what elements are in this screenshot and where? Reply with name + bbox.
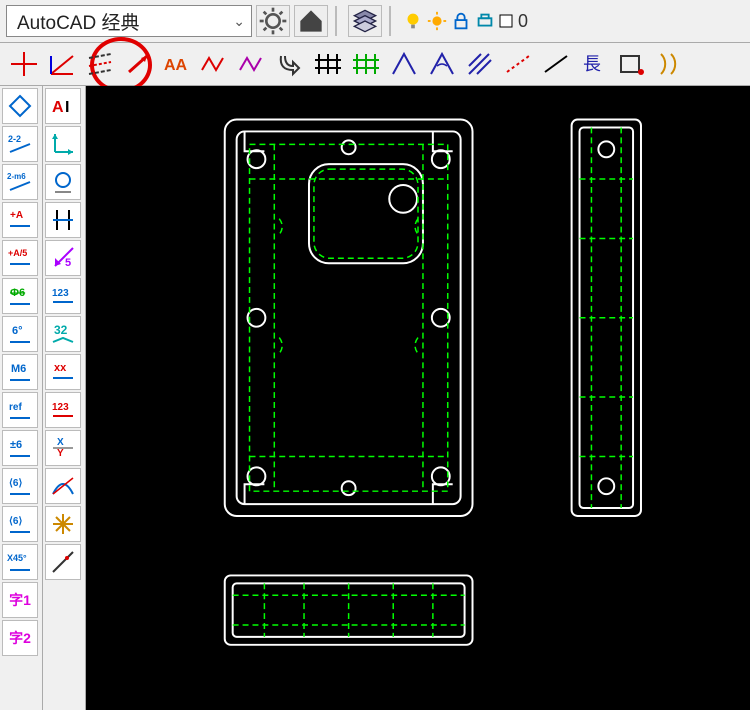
body: 2-2 2-m6 +A +A/5 Φ6 6° M6 ref ±6 ⟨6⟩ ⟨6⟩… [0, 86, 750, 710]
svg-text:±6: ±6 [10, 439, 22, 451]
color-swatch [498, 13, 514, 29]
svg-text:⟨6⟩: ⟨6⟩ [9, 516, 22, 527]
svg-text:M6: M6 [11, 363, 26, 375]
label: 字2 [9, 628, 31, 648]
v1-6deg[interactable]: 6° [2, 316, 38, 352]
svg-text:123: 123 [52, 402, 69, 413]
tool-length[interactable]: 長 [576, 47, 612, 81]
svg-text:32: 32 [54, 323, 68, 337]
tool-crosshair[interactable] [6, 47, 42, 81]
v2-XYblue[interactable]: XY [45, 430, 81, 466]
svg-text:ref: ref [9, 402, 22, 413]
svg-text:X: X [57, 437, 64, 448]
tool-hook[interactable] [272, 47, 308, 81]
layer-state-group[interactable]: 0 [402, 10, 528, 32]
layer-manager-button[interactable] [348, 5, 382, 37]
tool-fence-green[interactable] [348, 47, 384, 81]
home-icon [295, 5, 327, 37]
svg-text:6°: 6° [12, 325, 23, 337]
v2-axes[interactable] [45, 126, 81, 162]
tool-angle1[interactable] [386, 47, 422, 81]
svg-text:5: 5 [65, 257, 71, 269]
sun-icon [426, 10, 448, 32]
svg-text:+A/5: +A/5 [8, 248, 27, 258]
v2-32cyan[interactable]: 32 [45, 316, 81, 352]
v2-AI[interactable]: AI [45, 88, 81, 124]
v1-text1[interactable]: 字1 [2, 582, 38, 618]
tool-angle2[interactable] [424, 47, 460, 81]
tool-black-line[interactable] [538, 47, 574, 81]
workspace-label: AutoCAD 经典 [17, 8, 139, 35]
svg-text:I: I [65, 99, 69, 116]
svg-text:Y: Y [57, 448, 64, 459]
v2-star[interactable] [45, 506, 81, 542]
v1-phi6[interactable]: Φ6 [2, 278, 38, 314]
tool-red-dash[interactable] [500, 47, 536, 81]
svg-text:2-m6: 2-m6 [7, 172, 26, 181]
workspace-select[interactable]: AutoCAD 经典 ⌄ [6, 5, 252, 37]
lock-icon [450, 10, 472, 32]
layer-name: 0 [516, 11, 528, 32]
layers-icon [349, 5, 381, 37]
v1-diamond[interactable] [2, 88, 38, 124]
tool-perp[interactable] [44, 47, 80, 81]
label: 字1 [9, 590, 31, 610]
v1-text2[interactable]: 字2 [2, 620, 38, 656]
bulb-icon [402, 10, 424, 32]
svg-text:Φ6: Φ6 [10, 287, 25, 299]
svg-text:長: 長 [583, 54, 601, 74]
cad-drawing [86, 86, 750, 710]
v2-Hbar[interactable] [45, 202, 81, 238]
tool-dashed-lines[interactable] [82, 47, 118, 81]
v2-123red[interactable]: 123 [45, 392, 81, 428]
top-bar: AutoCAD 经典 ⌄ 0 [0, 0, 750, 43]
v2-arcblue[interactable] [45, 468, 81, 504]
vertical-toolbar-2: AI 5 123 32 xx 123 XY [43, 86, 86, 710]
svg-text:AA: AA [164, 57, 188, 74]
home-button[interactable] [294, 5, 328, 37]
tool-fence-black[interactable] [310, 47, 346, 81]
svg-text:⟨6⟩: ⟨6⟩ [9, 478, 22, 489]
v1-ref[interactable]: ref [2, 392, 38, 428]
separator [389, 6, 395, 36]
dimension-toolbar: AA 長 [0, 43, 750, 86]
tool-zigzag-red[interactable] [196, 47, 232, 81]
v1-plusA[interactable]: +A [2, 202, 38, 238]
v1-angle6a[interactable]: ⟨6⟩ [2, 468, 38, 504]
v2-arrow5[interactable]: 5 [45, 240, 81, 276]
v1-X45[interactable]: X45° [2, 544, 38, 580]
svg-text:A: A [52, 99, 64, 116]
chevron-down-icon: ⌄ [233, 13, 245, 30]
print-icon [474, 10, 496, 32]
separator [335, 6, 341, 36]
tool-rect-dot[interactable] [614, 47, 650, 81]
v2-diag[interactable] [45, 544, 81, 580]
vertical-toolbar-1: 2-2 2-m6 +A +A/5 Φ6 6° M6 ref ±6 ⟨6⟩ ⟨6⟩… [0, 86, 43, 710]
svg-text:2-2: 2-2 [8, 134, 21, 144]
v2-123blue[interactable]: 123 [45, 278, 81, 314]
workspace-settings-button[interactable] [256, 5, 290, 37]
v1-plusminus6[interactable]: ±6 [2, 430, 38, 466]
v1-22up[interactable]: 2-2 [2, 126, 38, 162]
svg-text:X45°: X45° [7, 553, 27, 563]
svg-text:+A: +A [10, 210, 23, 221]
tool-slope[interactable] [120, 47, 156, 81]
v2-xxred[interactable]: xx [45, 354, 81, 390]
tool-hatch[interactable] [462, 47, 498, 81]
tool-aa[interactable]: AA [158, 47, 194, 81]
v1-2m6[interactable]: 2-m6 [2, 164, 38, 200]
v1-angle6b[interactable]: ⟨6⟩ [2, 506, 38, 542]
v1-M6[interactable]: M6 [2, 354, 38, 390]
tool-zigzag-purple[interactable] [234, 47, 270, 81]
v2-circle[interactable] [45, 164, 81, 200]
svg-text:xx: xx [54, 362, 67, 374]
svg-text:123: 123 [52, 288, 69, 299]
gear-icon [257, 5, 289, 37]
v1-A5[interactable]: +A/5 [2, 240, 38, 276]
drawing-canvas[interactable] [86, 86, 750, 710]
tool-arc-pair[interactable] [652, 47, 688, 81]
